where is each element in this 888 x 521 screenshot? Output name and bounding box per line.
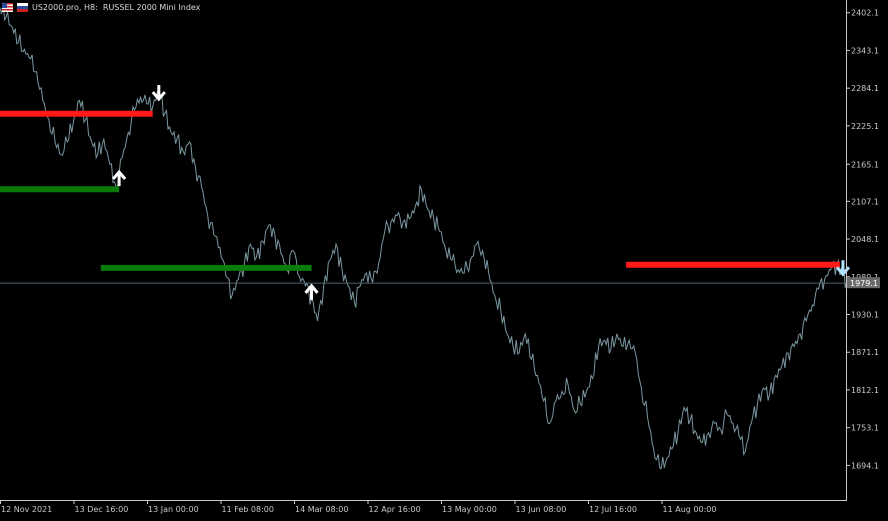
ru-flag-icon (17, 2, 28, 12)
x-tick-label: 13 Jun 08:00 (516, 505, 567, 514)
y-tick-label: 2165.1 (851, 160, 879, 169)
us-flag-icon (2, 2, 13, 12)
y-tick-label: 2284.1 (851, 84, 879, 93)
y-tick-label: 2402.1 (851, 9, 879, 18)
x-tick-label: 12 Nov 2021 (1, 505, 52, 514)
x-tick-label: 14 Mar 08:00 (295, 505, 348, 514)
x-tick-label: 12 Jul 16:00 (589, 505, 637, 514)
symbol-title: US2000.pro, H8: RUSSEL 2000 Mini Index (32, 2, 201, 12)
y-tick-label: 1930.1 (851, 311, 879, 320)
chart-canvas[interactable]: 2402.1 2343.1 2284.1 2225.1 2165.1 2107.1 2048… (0, 0, 888, 517)
y-tick-label: 1694.1 (851, 461, 879, 470)
x-tick-label: 13 Dec 16:00 (75, 505, 129, 514)
y-tick-label: 2107.1 (851, 197, 879, 206)
x-tick-label: 12 Apr 16:00 (369, 505, 421, 514)
y-tick-label: 1812.1 (851, 386, 879, 395)
x-tick-label: 11 Feb 08:00 (222, 505, 274, 514)
x-tick-label: 13 May 00:00 (442, 505, 497, 514)
y-tick-label: 1753.1 (851, 424, 879, 433)
y-tick-label: 2343.1 (851, 46, 879, 55)
x-tick-label: 11 Aug 00:00 (663, 505, 717, 514)
current-price-label: 1979.1 (850, 279, 878, 288)
y-tick-label: 1871.1 (851, 348, 879, 357)
price-chart[interactable]: 2402.1 2343.1 2284.1 2225.1 2165.1 2107.1 2048… (0, 0, 888, 517)
x-tick-label: 13 Jan 00:00 (148, 505, 199, 514)
chart-header: US2000.pro, H8: RUSSEL 2000 Mini Index (2, 1, 200, 13)
y-tick-label: 2225.1 (851, 122, 879, 131)
y-tick-label: 2048.1 (851, 235, 879, 244)
